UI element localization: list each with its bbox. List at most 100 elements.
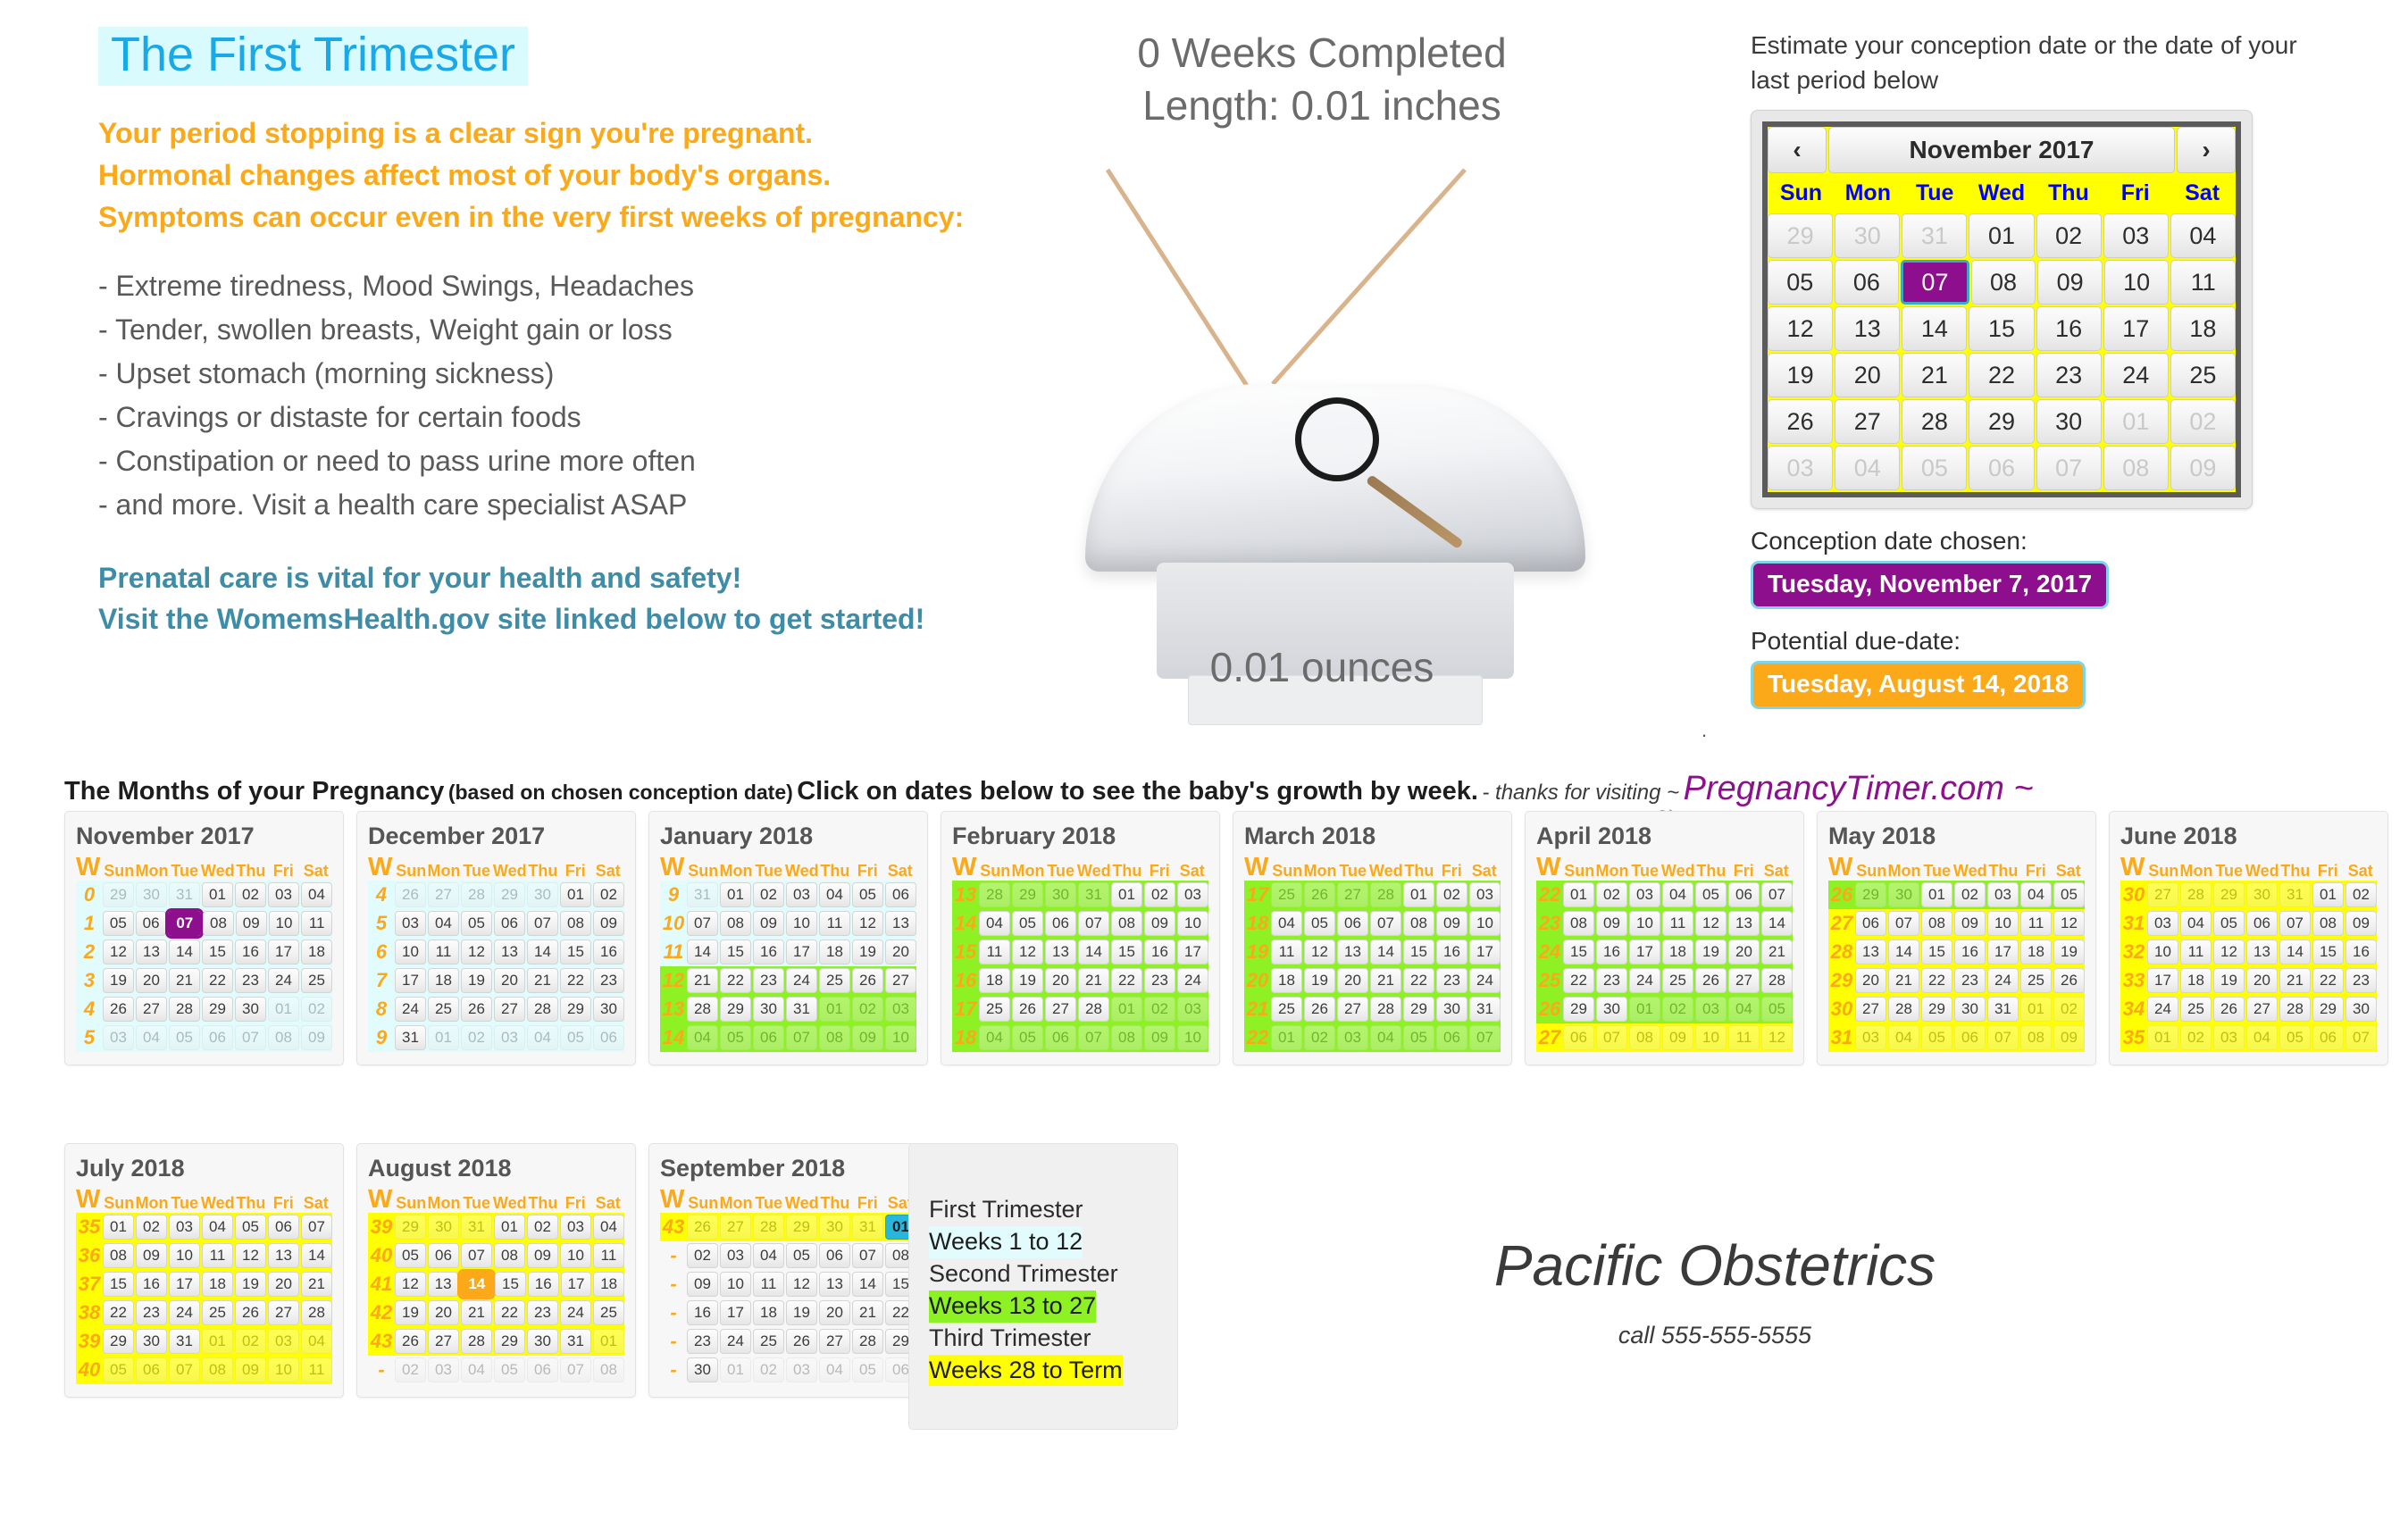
month-day[interactable]: 07 bbox=[527, 911, 558, 936]
month-day[interactable]: 18 bbox=[428, 968, 459, 993]
month-day[interactable]: 09 bbox=[593, 911, 624, 936]
month-day[interactable]: 04 bbox=[819, 882, 850, 907]
month-day[interactable]: 29 bbox=[1855, 882, 1886, 907]
month-day[interactable]: 28 bbox=[2279, 997, 2311, 1022]
month-day[interactable]: 17 bbox=[1629, 940, 1660, 965]
month-day[interactable]: 10 bbox=[1177, 911, 1208, 936]
month-day[interactable]: 03 bbox=[268, 1329, 299, 1354]
month-day[interactable]: 02 bbox=[235, 1329, 266, 1354]
month-day[interactable]: 11 bbox=[1728, 1025, 1760, 1050]
month-day[interactable]: 16 bbox=[1144, 940, 1175, 965]
month-day[interactable]: 09 bbox=[235, 1357, 266, 1382]
month-day[interactable]: 08 bbox=[1111, 1025, 1142, 1050]
month-day[interactable]: 20 bbox=[494, 968, 525, 993]
month-day[interactable]: 05 bbox=[1403, 1025, 1434, 1050]
month-day[interactable]: 09 bbox=[2345, 911, 2377, 936]
month-day[interactable]: 03 bbox=[169, 1215, 200, 1240]
month-day[interactable]: 01 bbox=[720, 882, 751, 907]
month-day[interactable]: 28 bbox=[687, 997, 718, 1022]
month-day[interactable]: 07 bbox=[1370, 911, 1401, 936]
month-day[interactable]: 30 bbox=[428, 1215, 459, 1240]
month-day[interactable]: 28 bbox=[1761, 968, 1793, 993]
month-day[interactable]: 16 bbox=[136, 1272, 167, 1297]
month-day[interactable]: 16 bbox=[1596, 940, 1627, 965]
month-day[interactable]: 12 bbox=[235, 1243, 266, 1268]
month-day[interactable]: 02 bbox=[2053, 997, 2085, 1022]
month-day[interactable]: 12 bbox=[1012, 940, 1043, 965]
month-day[interactable]: 27 bbox=[428, 882, 459, 907]
month-day[interactable]: 30 bbox=[1045, 882, 1076, 907]
month-day[interactable]: 28 bbox=[461, 1329, 492, 1354]
month-day[interactable]: 09 bbox=[136, 1243, 167, 1268]
month-day[interactable]: 22 bbox=[2312, 968, 2344, 993]
month-day[interactable]: 28 bbox=[1370, 997, 1401, 1022]
month-day[interactable]: 06 bbox=[753, 1025, 784, 1050]
month-day[interactable]: 29 bbox=[1403, 997, 1434, 1022]
month-day[interactable]: 03 bbox=[1177, 882, 1208, 907]
month-day[interactable]: 27 bbox=[1337, 997, 1368, 1022]
month-day[interactable]: 06 bbox=[136, 1357, 167, 1382]
month-day[interactable]: 15 bbox=[2312, 940, 2344, 965]
month-day[interactable]: 17 bbox=[268, 940, 299, 965]
month-day[interactable]: 05 bbox=[2279, 1025, 2311, 1050]
month-day[interactable]: 17 bbox=[395, 968, 426, 993]
month-day[interactable]: 02 bbox=[1304, 1025, 1335, 1050]
month-day[interactable]: 03 bbox=[1629, 882, 1660, 907]
month-day[interactable]: 07 bbox=[786, 1025, 817, 1050]
month-day[interactable]: 25 bbox=[1271, 997, 1302, 1022]
month-day[interactable]: 16 bbox=[1954, 940, 1986, 965]
month-day[interactable]: 13 bbox=[1855, 940, 1886, 965]
month-day[interactable]: 06 bbox=[1728, 882, 1760, 907]
month-day[interactable]: 16 bbox=[1436, 940, 1467, 965]
month-day[interactable]: 06 bbox=[1436, 1025, 1467, 1050]
month-day[interactable]: 14 bbox=[169, 940, 200, 965]
month-day[interactable]: 10 bbox=[560, 1243, 591, 1268]
month-day[interactable]: 28 bbox=[1370, 882, 1401, 907]
month-day[interactable]: 05 bbox=[2053, 882, 2085, 907]
month-day[interactable]: 07 bbox=[687, 911, 718, 936]
month-day[interactable]: 30 bbox=[593, 997, 624, 1022]
month-day[interactable]: 30 bbox=[753, 997, 784, 1022]
month-day[interactable]: 24 bbox=[560, 1300, 591, 1325]
month-day[interactable]: 29 bbox=[720, 997, 751, 1022]
month-day[interactable]: 11 bbox=[979, 940, 1010, 965]
month-day[interactable]: 01 bbox=[202, 882, 233, 907]
month-day[interactable]: 01 bbox=[819, 997, 850, 1022]
month-day[interactable]: 16 bbox=[753, 940, 784, 965]
month-day[interactable]: 02 bbox=[1662, 997, 1693, 1022]
month-day[interactable]: 17 bbox=[1469, 940, 1501, 965]
month-day[interactable]: 08 bbox=[1111, 911, 1142, 936]
month-day[interactable]: 01 bbox=[2147, 1025, 2178, 1050]
month-day[interactable]: 29 bbox=[395, 1215, 426, 1240]
month-day[interactable]: 13 bbox=[1728, 911, 1760, 936]
month-day[interactable]: 18 bbox=[2020, 940, 2052, 965]
month-day[interactable]: 29 bbox=[1012, 882, 1043, 907]
month-day[interactable]: 24 bbox=[1469, 968, 1501, 993]
month-day[interactable]: 04 bbox=[2020, 882, 2052, 907]
month-day[interactable]: 10 bbox=[1469, 911, 1501, 936]
month-day[interactable]: 01 bbox=[202, 1329, 233, 1354]
month-day[interactable]: 04 bbox=[1728, 997, 1760, 1022]
month-day[interactable]: 05 bbox=[560, 1025, 591, 1050]
datepicker-day[interactable]: 23 bbox=[2036, 353, 2102, 398]
month-day[interactable]: 12 bbox=[852, 911, 883, 936]
month-day[interactable]: 14 bbox=[2279, 940, 2311, 965]
datepicker-day[interactable]: 31 bbox=[1902, 213, 1968, 259]
month-day[interactable]: 07 bbox=[461, 1243, 492, 1268]
month-day[interactable]: 06 bbox=[428, 1243, 459, 1268]
month-day[interactable]: 24 bbox=[786, 968, 817, 993]
month-day[interactable]: 12 bbox=[786, 1272, 817, 1297]
month-day[interactable]: 16 bbox=[687, 1300, 718, 1325]
month-day[interactable]: 08 bbox=[1629, 1025, 1660, 1050]
month-day[interactable]: 30 bbox=[136, 882, 167, 907]
month-day[interactable]: 02 bbox=[136, 1215, 167, 1240]
month-day[interactable]: 21 bbox=[2279, 968, 2311, 993]
month-day[interactable]: 09 bbox=[1436, 911, 1467, 936]
datepicker-day[interactable]: 11 bbox=[2170, 260, 2237, 305]
datepicker-day-selected[interactable]: 07 bbox=[1901, 260, 1969, 305]
month-day[interactable]: 05 bbox=[1761, 997, 1793, 1022]
month-day[interactable]: 28 bbox=[2180, 882, 2212, 907]
month-day[interactable]: 02 bbox=[395, 1357, 426, 1382]
datepicker-day[interactable]: 16 bbox=[2036, 306, 2102, 352]
month-day[interactable]: 05 bbox=[235, 1215, 266, 1240]
